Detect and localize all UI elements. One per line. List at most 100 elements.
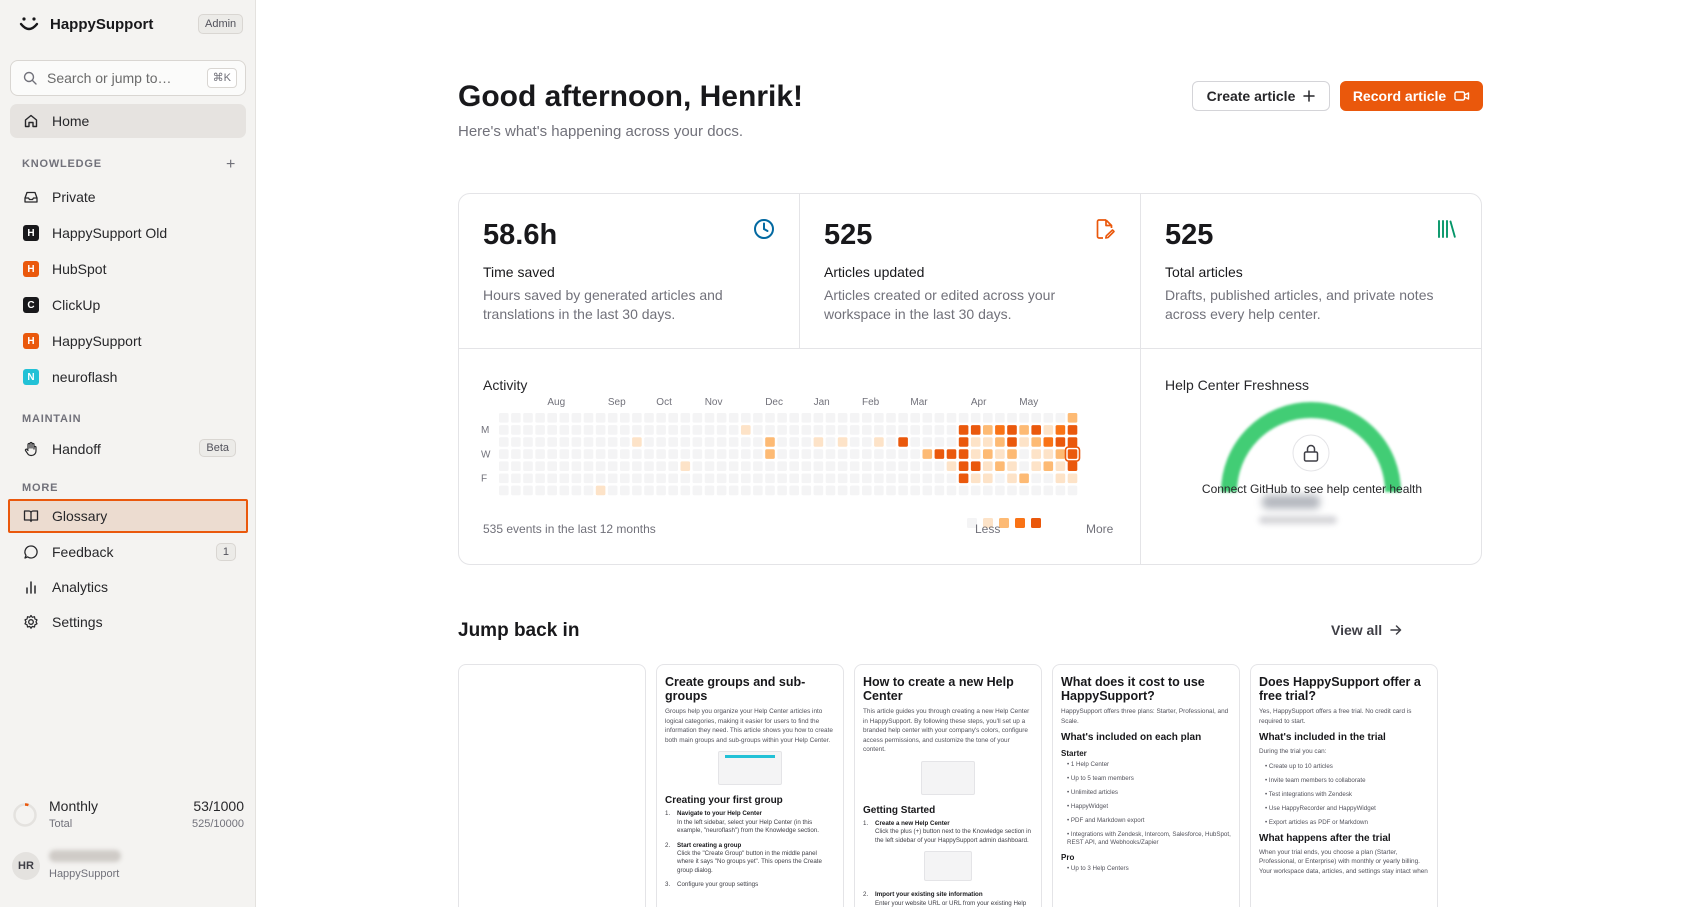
heatmap-cell[interactable]: [1067, 449, 1078, 459]
heatmap-cell[interactable]: [656, 449, 666, 459]
heatmap-cell[interactable]: [934, 461, 945, 471]
heatmap-cell[interactable]: [970, 449, 981, 459]
heatmap-cell[interactable]: [607, 473, 618, 484]
heatmap-cell[interactable]: [523, 449, 533, 459]
heatmap-cell[interactable]: [692, 485, 703, 496]
heatmap-cell[interactable]: [1007, 449, 1017, 459]
heatmap-cell[interactable]: [970, 473, 981, 484]
heatmap-cell[interactable]: [849, 485, 860, 496]
heatmap-cell[interactable]: [862, 449, 872, 459]
heatmap-cell[interactable]: [668, 449, 678, 459]
add-knowledge-button[interactable]: +: [226, 156, 235, 174]
heatmap-cell[interactable]: [680, 425, 691, 435]
sidebar-item-happysupport[interactable]: H HappySupport: [10, 324, 246, 358]
heatmap-cell[interactable]: [511, 449, 521, 459]
heatmap-cell[interactable]: [898, 413, 908, 423]
heatmap-cell[interactable]: [547, 437, 557, 447]
heatmap-cell[interactable]: [583, 449, 594, 459]
heatmap-cell[interactable]: [777, 437, 787, 447]
heatmap-cell[interactable]: [777, 425, 787, 435]
heatmap-cell[interactable]: [741, 425, 751, 435]
heatmap-cell[interactable]: [825, 437, 836, 447]
heatmap-cell[interactable]: [922, 413, 933, 423]
heatmap-cell[interactable]: [753, 461, 763, 471]
sidebar-item-neuroflash[interactable]: N neuroflash: [10, 360, 246, 394]
heatmap-cell[interactable]: [789, 461, 799, 471]
heatmap-cell[interactable]: [668, 437, 678, 447]
sidebar-item-hubspot[interactable]: H HubSpot: [10, 252, 246, 286]
heatmap-cell[interactable]: [620, 437, 630, 447]
heatmap-cell[interactable]: [946, 461, 957, 471]
record-article-button[interactable]: Record article: [1340, 81, 1483, 111]
heatmap-cell[interactable]: [910, 485, 920, 496]
search-input[interactable]: Search or jump to… ⌘K: [10, 60, 246, 96]
heatmap-cell[interactable]: [970, 461, 981, 471]
create-article-button[interactable]: Create article: [1192, 81, 1330, 111]
heatmap-cell[interactable]: [547, 425, 557, 435]
heatmap-cell[interactable]: [741, 473, 751, 484]
heatmap-cell[interactable]: [741, 461, 751, 471]
heatmap-cell[interactable]: [716, 461, 727, 471]
heatmap-cell[interactable]: [777, 461, 787, 471]
heatmap-cell[interactable]: [983, 425, 993, 435]
heatmap-cell[interactable]: [620, 425, 630, 435]
heatmap-cell[interactable]: [1067, 485, 1078, 496]
heatmap-cell[interactable]: [813, 473, 824, 484]
heatmap-cell[interactable]: [910, 449, 920, 459]
heatmap-cell[interactable]: [825, 461, 836, 471]
heatmap-cell[interactable]: [547, 485, 557, 496]
brand[interactable]: HappySupport: [18, 12, 153, 36]
heatmap-cell[interactable]: [825, 485, 836, 496]
heatmap-cell[interactable]: [668, 473, 678, 484]
heatmap-cell[interactable]: [1031, 485, 1041, 496]
heatmap-cell[interactable]: [1055, 473, 1066, 484]
heatmap-cell[interactable]: [692, 473, 703, 484]
heatmap-cell[interactable]: [547, 473, 557, 484]
heatmap-cell[interactable]: [765, 425, 775, 435]
heatmap-cell[interactable]: [825, 413, 836, 423]
heatmap-cell[interactable]: [728, 485, 739, 496]
heatmap-cell[interactable]: [922, 473, 933, 484]
heatmap-cell[interactable]: [535, 413, 545, 423]
heatmap-cell[interactable]: [644, 425, 654, 435]
heatmap-cell[interactable]: [1067, 425, 1078, 435]
heatmap-cell[interactable]: [801, 473, 812, 484]
heatmap-cell[interactable]: [825, 449, 836, 459]
heatmap-cell[interactable]: [668, 485, 678, 496]
heatmap-cell[interactable]: [1007, 485, 1017, 496]
heatmap-cell[interactable]: [680, 413, 691, 423]
heatmap-cell[interactable]: [1055, 425, 1066, 435]
heatmap-cell[interactable]: [934, 449, 945, 459]
heatmap-cell[interactable]: [692, 449, 703, 459]
heatmap-cell[interactable]: [958, 413, 969, 423]
heatmap-cell[interactable]: [583, 437, 594, 447]
heatmap-cell[interactable]: [849, 425, 860, 435]
heatmap-cell[interactable]: [983, 461, 993, 471]
heatmap-cell[interactable]: [1031, 425, 1041, 435]
heatmap-cell[interactable]: [753, 413, 763, 423]
heatmap-cell[interactable]: [523, 437, 533, 447]
heatmap-cell[interactable]: [946, 413, 957, 423]
heatmap-cell[interactable]: [910, 425, 920, 435]
heatmap-cell[interactable]: [1007, 437, 1017, 447]
heatmap-cell[interactable]: [886, 473, 896, 484]
heatmap-cell[interactable]: [644, 413, 654, 423]
heatmap-cell[interactable]: [1067, 473, 1078, 484]
heatmap-cell[interactable]: [523, 485, 533, 496]
heatmap-cell[interactable]: [632, 473, 642, 484]
heatmap-cell[interactable]: [886, 461, 896, 471]
heatmap-cell[interactable]: [511, 473, 521, 484]
heatmap-cell[interactable]: [728, 413, 739, 423]
heatmap-cell[interactable]: [922, 425, 933, 435]
heatmap-cell[interactable]: [813, 449, 824, 459]
connect-github-message[interactable]: Connect GitHub to see help center health: [1141, 482, 1481, 496]
heatmap-cell[interactable]: [1043, 461, 1054, 471]
heatmap-cell[interactable]: [535, 425, 545, 435]
heatmap-cell[interactable]: [753, 437, 763, 447]
heatmap-cell[interactable]: [898, 473, 908, 484]
heatmap-cell[interactable]: [862, 461, 872, 471]
heatmap-cell[interactable]: [620, 461, 630, 471]
heatmap-cell[interactable]: [874, 473, 884, 484]
heatmap-cell[interactable]: [499, 425, 509, 435]
heatmap-cell[interactable]: [849, 449, 860, 459]
